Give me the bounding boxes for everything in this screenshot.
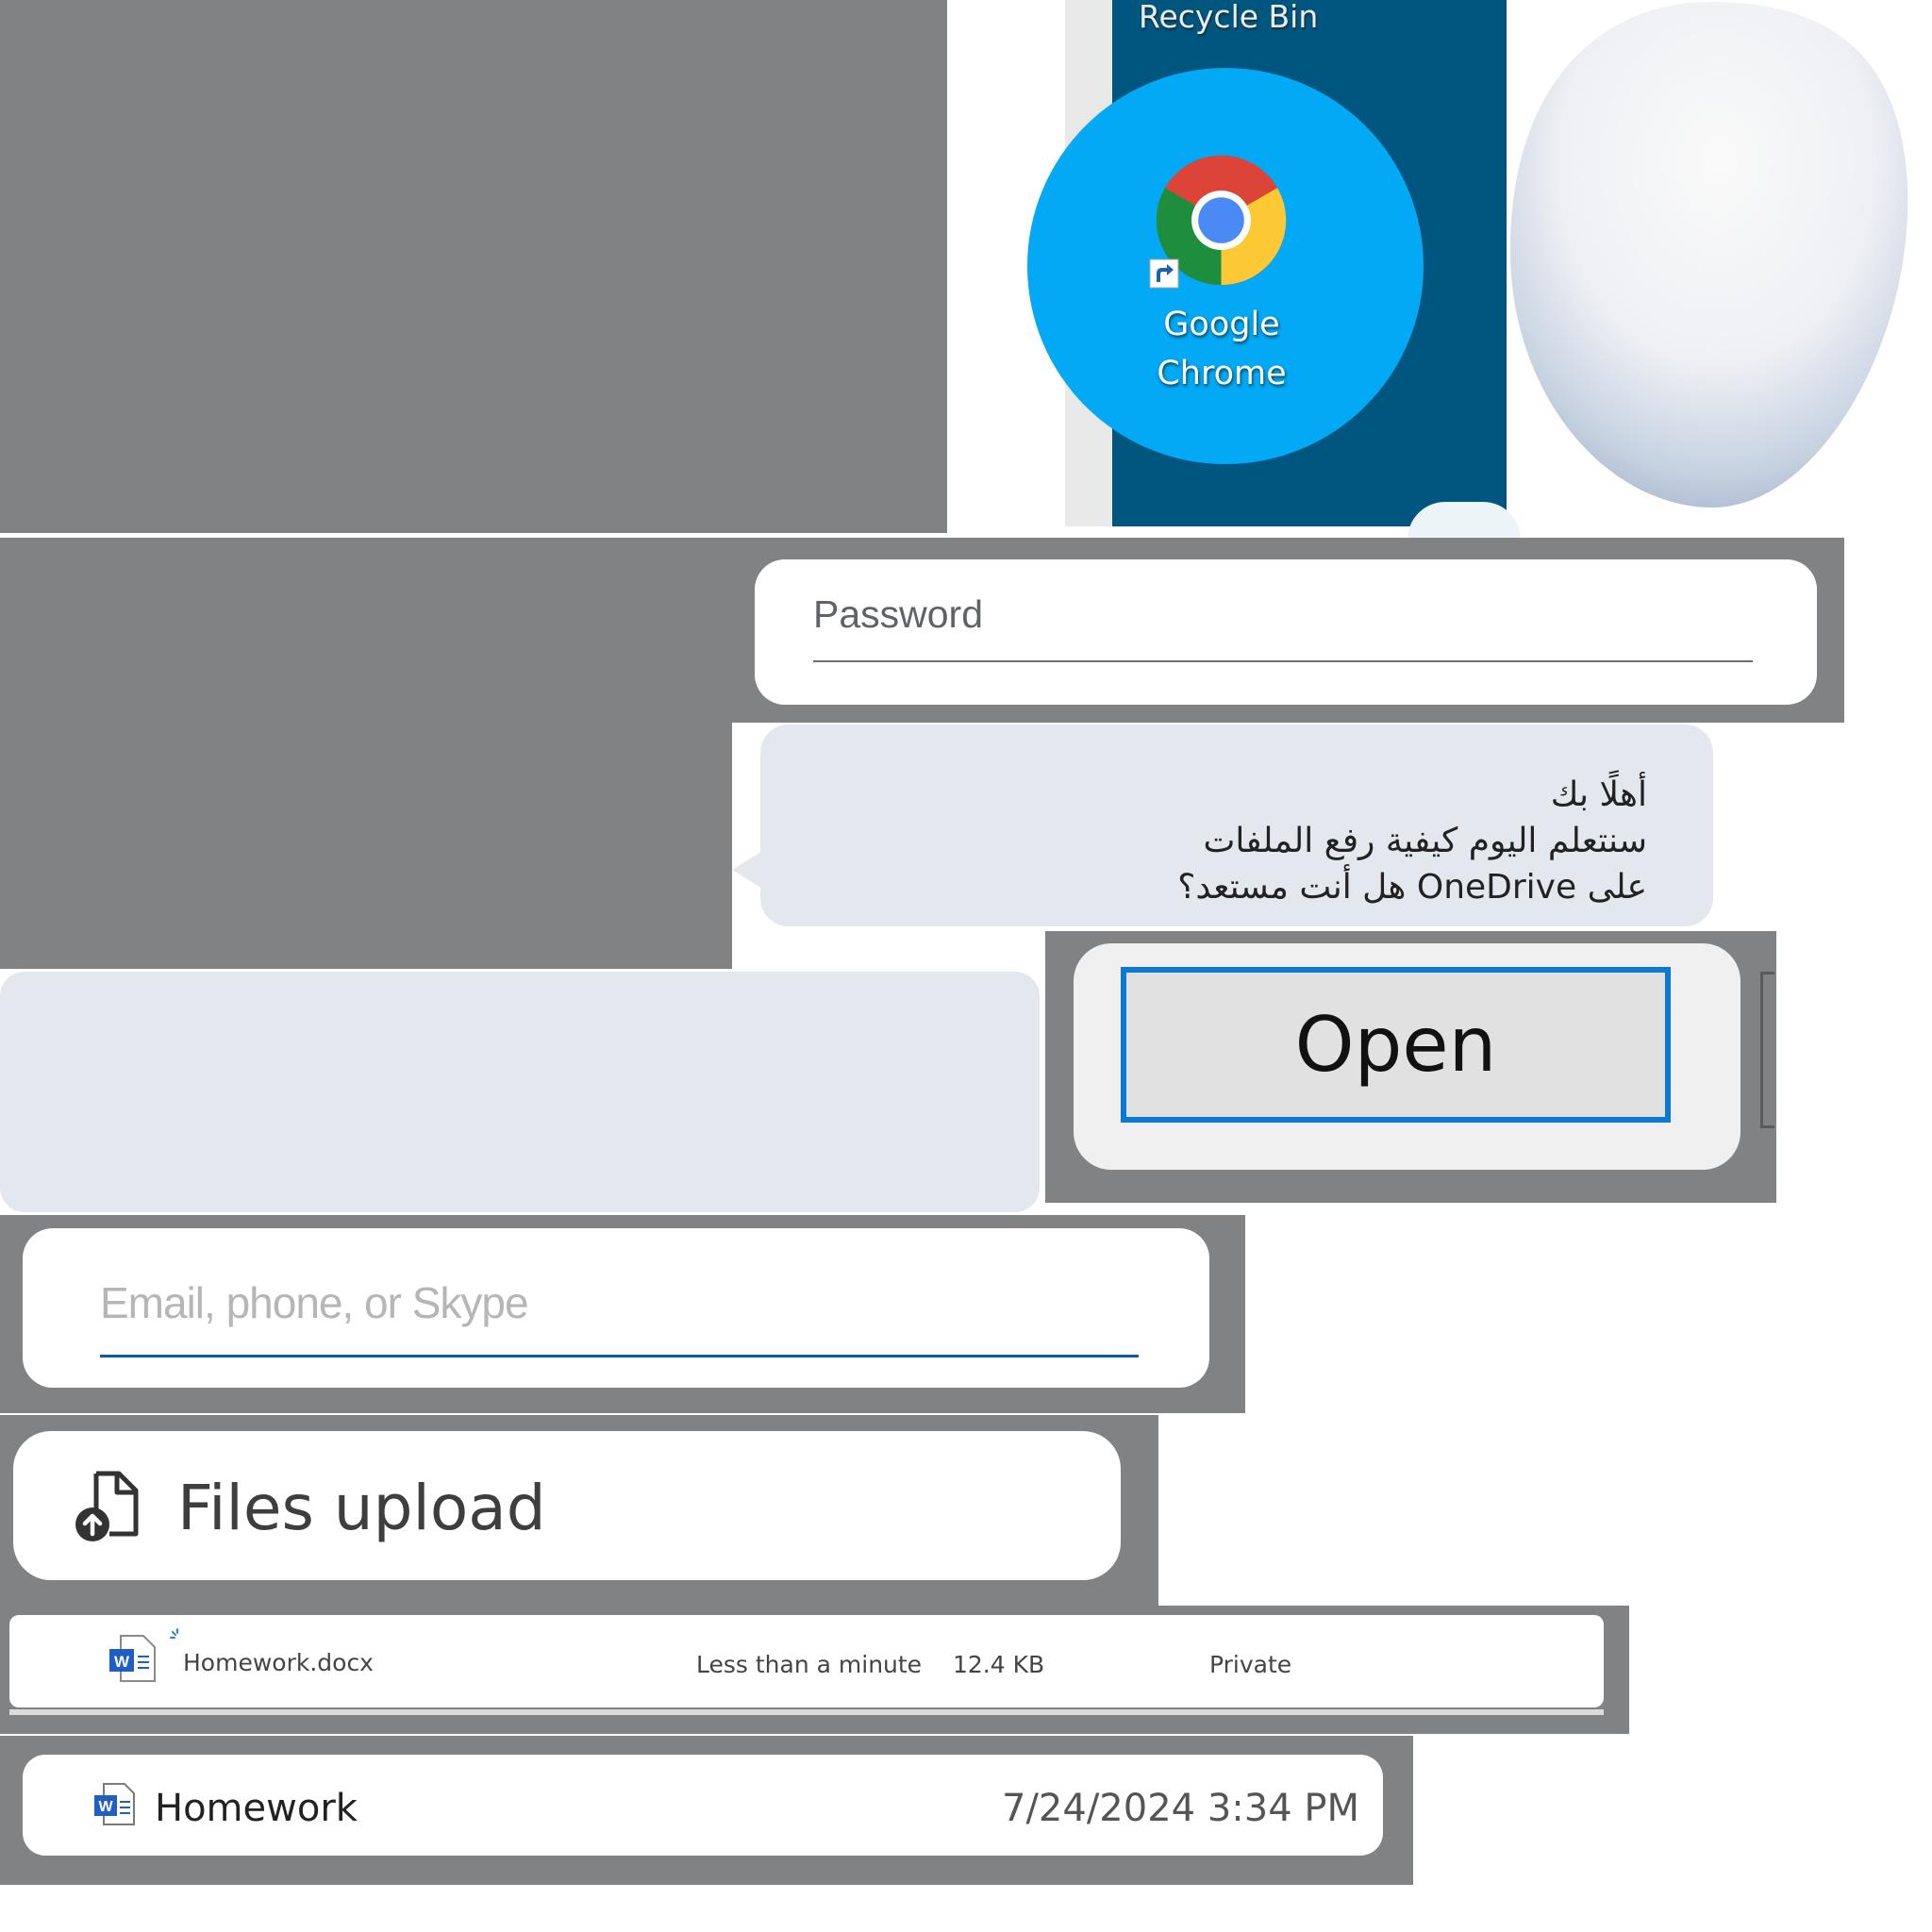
file-row-card-shadow	[9, 1709, 1604, 1715]
word-doc-icon: W	[94, 1783, 135, 1825]
word-doc-icon: W	[109, 1635, 156, 1682]
recent-file-date: 7/24/2024 3:34 PM	[1002, 1787, 1359, 1830]
bubble-line-1: أهلًا بك	[1550, 775, 1647, 814]
open-panel-edge	[1760, 972, 1774, 1128]
recycle-bin-label[interactable]: Recycle Bin	[1139, 0, 1318, 35]
sync-status-icon	[170, 1628, 178, 1639]
blank-bubble	[0, 972, 1040, 1212]
files-upload-label: Files upload	[177, 1472, 546, 1544]
open-button[interactable]: Open	[1121, 967, 1671, 1123]
backdrop-panel-left-mid	[0, 538, 732, 969]
email-input[interactable]: Email, phone, or Skype	[100, 1277, 529, 1328]
file-name[interactable]: Homework.docx	[183, 1649, 374, 1676]
bubble-line-2: سنتعلم اليوم كيفية رفع الملفات	[1203, 822, 1647, 860]
chrome-label-line2: Chrome	[1157, 355, 1287, 392]
file-sharing: Private	[1209, 1651, 1292, 1678]
recent-file-name[interactable]: Homework	[155, 1787, 358, 1830]
chrome-desktop-label[interactable]: Google Chrome	[1104, 300, 1340, 398]
file-size: 12.4 KB	[953, 1651, 1045, 1678]
file-modified: Less than a minute ag	[696, 1651, 921, 1678]
backdrop-panel-top-left	[0, 0, 947, 533]
bubble-tail	[732, 851, 762, 889]
svg-text:W: W	[114, 1653, 130, 1671]
file-upload-icon	[75, 1471, 139, 1541]
password-input[interactable]: Password	[813, 592, 983, 637]
welcome-chat-bubble: أهلًا بك سنتعلم اليوم كيفية رفع الملفات …	[760, 724, 1713, 926]
shortcut-arrow-icon	[1149, 258, 1179, 289]
chrome-label-line1: Google	[1163, 306, 1280, 343]
svg-text:W: W	[98, 1799, 113, 1815]
password-underline	[813, 660, 1753, 662]
email-underline	[100, 1355, 1139, 1357]
bubble-line-3: على OneDrive هل أنت مستعد؟	[1177, 868, 1647, 907]
pebble-shape-icon	[1509, 2, 1908, 508]
